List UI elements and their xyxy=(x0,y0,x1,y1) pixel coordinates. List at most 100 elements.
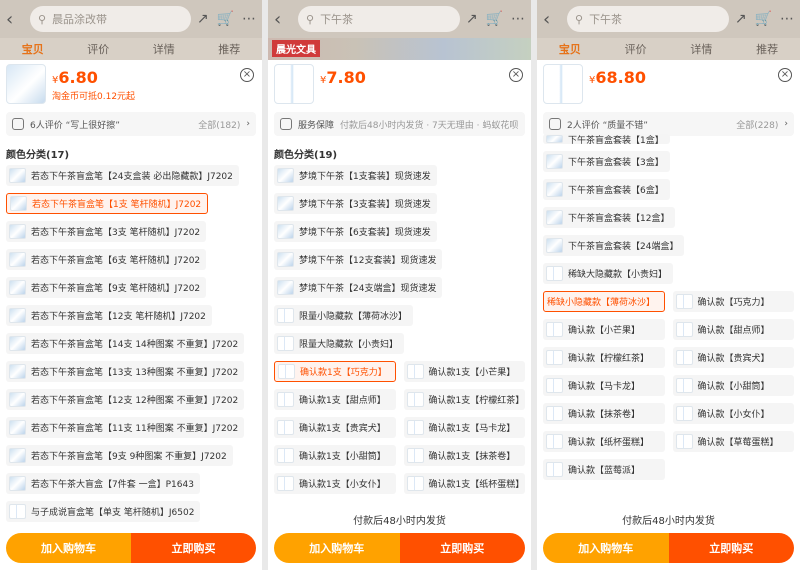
sku-option[interactable]: 若态下午茶大盲盒【7件套 一盒】P1643 xyxy=(6,473,200,494)
tab-reviews[interactable]: 评价 xyxy=(87,41,109,57)
sku-option[interactable]: 若态下午茶盲盒笔【14支 14种图案 不重复】J7202 xyxy=(6,333,245,354)
tab-item[interactable]: 宝贝 xyxy=(22,41,44,57)
sku-option[interactable]: 梦境下午茶【24支端盒】现货速发 xyxy=(274,277,443,298)
sku-sheet: ¥68.80 × 2人评价 “质量不错” 全部(228) › 下午茶盲盒套装【1… xyxy=(537,60,800,570)
back-arrow-icon[interactable]: ‹ xyxy=(543,9,561,30)
sku-option[interactable]: 确认款1支【柠檬红茶】 xyxy=(403,389,525,410)
sku-option[interactable]: 确认款【小甜筒】 xyxy=(672,375,794,396)
sku-option[interactable]: 若态下午茶盲盒笔【9支 9种图案 不重复】J7202 xyxy=(6,445,233,466)
option-thumbnail xyxy=(675,406,693,421)
back-arrow-icon[interactable]: ‹ xyxy=(274,9,292,30)
sheet-header: ¥7.80 × xyxy=(268,60,531,112)
option-thumbnail xyxy=(278,364,295,379)
sku-option[interactable]: 确认款1支【小女仆】 xyxy=(274,473,396,494)
add-to-cart-button[interactable]: 加入购物车 xyxy=(274,533,400,563)
sku-option[interactable]: 确认款【纸杯蛋糕】 xyxy=(543,431,665,452)
cart-icon[interactable]: 🛒 xyxy=(217,11,234,27)
cart-icon[interactable]: 🛒 xyxy=(486,11,503,27)
sku-option[interactable]: 与子成说盲盒笔【单支 笔杆随机】J6502 xyxy=(6,501,201,522)
sku-option[interactable]: 下午茶盲盒套装【12盒】 xyxy=(543,207,676,228)
product-thumbnail[interactable] xyxy=(274,64,314,104)
sku-option[interactable]: 确认款【草莓蛋糕】 xyxy=(672,431,794,452)
buy-now-button[interactable]: 立即购买 xyxy=(399,533,525,563)
option-thumbnail xyxy=(277,392,294,407)
sku-option[interactable]: 若态下午茶盲盒笔【24支盒装 必出隐藏款】J7202 xyxy=(6,165,239,186)
sku-option[interactable]: 确认款【马卡龙】 xyxy=(543,375,665,396)
action-footer: 付款后48小时内发货 加入购物车 立即购买 xyxy=(268,507,531,570)
sku-option[interactable]: 确认款【柠檬红茶】 xyxy=(543,347,665,368)
sku-option-partial[interactable]: 下午茶盲盒套装【1盒】 xyxy=(543,134,670,144)
add-to-cart-button[interactable]: 加入购物车 xyxy=(543,533,669,563)
sku-option[interactable]: 若态下午茶盲盒笔【3支 笔杆随机】J7202 xyxy=(6,221,207,242)
sku-option[interactable]: 确认款【贵宾犬】 xyxy=(672,347,794,368)
tab-bar: 宝贝 评价 详情 推荐 xyxy=(0,38,262,60)
sku-option[interactable]: 梦境下午茶【1支套装】现货速发 xyxy=(274,165,437,186)
sku-option[interactable]: 若态下午茶盲盒笔【11支 11种图案 不重复】J7202 xyxy=(6,417,245,438)
sku-option[interactable]: 梦境下午茶【12支套装】现货速发 xyxy=(274,249,443,270)
back-arrow-icon[interactable]: ‹ xyxy=(6,9,24,30)
share-icon[interactable]: ↗ xyxy=(735,11,747,27)
sku-option[interactable]: 确认款1支【纸杯蛋糕】 xyxy=(403,473,525,494)
option-thumbnail xyxy=(546,406,563,421)
sku-option[interactable]: 确认款【巧克力】 xyxy=(672,291,794,312)
sku-option[interactable]: 确认款【抹茶卷】 xyxy=(543,403,665,424)
close-icon[interactable]: × xyxy=(240,68,254,82)
sku-option[interactable]: 确认款1支【甜点师】 xyxy=(274,389,396,410)
sku-option[interactable]: 若态下午茶盲盒笔【12支 笔杆随机】J7202 xyxy=(6,305,212,326)
share-icon[interactable]: ↗ xyxy=(466,11,478,27)
sku-option[interactable]: 限量大隐藏款【小贵妇】 xyxy=(274,333,405,354)
sku-option[interactable]: 若态下午茶盲盒笔【9支 笔杆随机】J7202 xyxy=(6,277,207,298)
sku-option[interactable]: 确认款1支【马卡龙】 xyxy=(403,417,525,438)
more-icon[interactable]: ⋯ xyxy=(511,11,525,27)
tab-item[interactable]: 宝贝 xyxy=(559,41,581,57)
sku-option-selected[interactable]: 确认款1支【巧克力】 xyxy=(274,361,396,382)
sku-option[interactable]: 若态下午茶盲盒笔【6支 笔杆随机】J7202 xyxy=(6,249,207,270)
tab-recommend[interactable]: 推荐 xyxy=(218,41,240,57)
comment-icon xyxy=(549,118,561,130)
sku-option[interactable]: 确认款【甜点师】 xyxy=(672,319,794,340)
tab-reviews[interactable]: 评价 xyxy=(625,41,647,57)
tab-details[interactable]: 详情 xyxy=(153,41,175,57)
sku-option[interactable]: 确认款【小芒果】 xyxy=(543,319,665,340)
buy-now-button[interactable]: 立即购买 xyxy=(131,533,256,563)
review-all-link[interactable]: 全部(182) xyxy=(198,118,240,131)
sku-option[interactable]: 下午茶盲盒套装【24端盒】 xyxy=(543,235,685,256)
sku-option-selected[interactable]: 若态下午茶盲盒笔【1支 笔杆随机】J7202 xyxy=(6,193,209,214)
search-box[interactable]: ⚲ 下午茶 xyxy=(567,6,729,32)
sku-option[interactable]: 确认款1支【贵宾犬】 xyxy=(274,417,396,438)
close-icon[interactable]: × xyxy=(509,68,523,82)
sku-option[interactable]: 确认款1支【小甜筒】 xyxy=(274,445,396,466)
sku-option[interactable]: 确认款【小女仆】 xyxy=(672,403,794,424)
share-icon[interactable]: ↗ xyxy=(197,11,209,27)
sku-option[interactable]: 若态下午茶盲盒笔【13支 13种图案 不重复】J7202 xyxy=(6,361,245,382)
sku-option[interactable]: 确认款1支【小芒果】 xyxy=(403,361,525,382)
sku-option[interactable]: 下午茶盲盒套装【6盒】 xyxy=(543,179,670,200)
search-box[interactable]: ⚲ 晨品涂改带 xyxy=(30,6,191,32)
option-thumbnail xyxy=(277,336,294,351)
more-icon[interactable]: ⋯ xyxy=(242,11,256,27)
review-bar[interactable]: 2人评价 “质量不错” 全部(228) › xyxy=(543,112,794,136)
sku-option[interactable]: 限量小隐藏款【薄荷冰沙】 xyxy=(274,305,414,326)
close-icon[interactable]: × xyxy=(778,68,792,82)
sku-option[interactable]: 梦境下午茶【3支套装】现货速发 xyxy=(274,193,437,214)
search-box[interactable]: ⚲ 下午茶 xyxy=(298,6,460,32)
sku-option[interactable]: 下午茶盲盒套装【3盒】 xyxy=(543,151,670,172)
sku-option[interactable]: 确认款1支【抹茶卷】 xyxy=(403,445,525,466)
buy-now-button[interactable]: 立即购买 xyxy=(668,533,794,563)
sku-option[interactable]: 若态下午茶盲盒笔【12支 12种图案 不重复】J7202 xyxy=(6,389,245,410)
tab-details[interactable]: 详情 xyxy=(690,41,712,57)
review-bar[interactable]: 6人评价 “写上很好擦” 全部(182) › xyxy=(6,112,256,136)
sku-option[interactable]: 稀缺大隐藏款【小贵妇】 xyxy=(543,263,674,284)
cart-icon[interactable]: 🛒 xyxy=(755,11,772,27)
review-all-link[interactable]: 全部(228) xyxy=(736,118,778,131)
product-thumbnail[interactable] xyxy=(6,64,46,104)
sku-option-selected[interactable]: 稀缺小隐藏款【薄荷冰沙】 xyxy=(543,291,665,312)
add-to-cart-button[interactable]: 加入购物车 xyxy=(6,533,131,563)
more-icon[interactable]: ⋯ xyxy=(780,11,794,27)
option-thumbnail xyxy=(675,378,693,393)
sku-option[interactable]: 确认款【蓝莓派】 xyxy=(543,459,665,480)
tab-recommend[interactable]: 推荐 xyxy=(756,41,778,57)
sku-option[interactable]: 梦境下午茶【6支套装】现货速发 xyxy=(274,221,437,242)
product-thumbnail[interactable] xyxy=(543,64,583,104)
service-bar[interactable]: 服务保障 付款后48小时内发货 · 7天无理由 · 蚂蚁花呗 xyxy=(274,112,525,136)
